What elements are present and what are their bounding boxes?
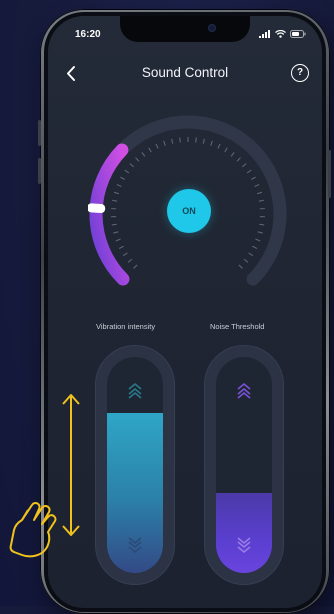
dial-tick [251,177,255,179]
dial-tick [239,265,243,269]
noise-threshold-label: Noise Threshold [210,322,264,331]
dial-tick [113,232,118,233]
chevron-up-icon[interactable] [107,381,163,399]
dial-tick [112,200,117,201]
signal-icon [259,30,271,38]
dial-tick [125,170,129,173]
dial-tick [259,200,264,201]
dial-tick [136,158,139,162]
vibration-intensity-label: Vibration intensity [96,322,155,331]
vibration-slider-track [107,357,163,573]
help-button[interactable]: ? [291,64,309,82]
dial-tick [258,232,263,233]
vibration-intensity-slider[interactable] [95,345,175,585]
power-on-button[interactable]: ON [167,189,211,233]
dial-tick [259,224,264,225]
dial-tick [203,139,204,144]
camera-icon [208,24,216,32]
dial-tick [117,185,122,187]
dial-tick [120,177,124,179]
status-icons [259,30,306,38]
status-time: 16:20 [75,29,101,40]
dial-tick [130,164,134,167]
dial-tick [156,144,158,149]
dial-tick [116,239,121,241]
dial-tick [119,246,123,248]
noise-slider-fill [216,493,272,573]
dial-progress-arc [96,150,123,279]
dial-tick [134,265,138,269]
swipe-hand-icon [8,500,66,560]
dial-tick [142,152,145,156]
dial-tick [128,259,132,262]
chevron-up-icon[interactable] [216,381,272,399]
dial-tick [255,239,260,241]
dial-tick [196,137,197,142]
dial-tick [249,253,253,256]
dial-tick [255,185,260,187]
noise-slider-track [216,357,272,573]
dial-tick [237,158,240,162]
dial-tick [149,148,152,152]
dial-tick [112,224,117,225]
dial-tick [180,137,181,142]
chevron-down-icon[interactable] [107,537,163,555]
app-screen: 16:20 Sound Control ? [48,16,322,608]
dial-tick [242,164,246,167]
dial-knob-handle[interactable] [88,203,105,213]
volume-down-side-button [38,158,41,184]
dial-tick [225,148,228,152]
wifi-icon [275,30,286,38]
header: Sound Control ? [48,64,322,84]
dial-tick [123,253,127,256]
power-side-button [328,150,331,198]
dial-tick [244,259,248,262]
dial-tick [211,141,213,146]
notch [120,16,250,42]
page-title: Sound Control [48,65,322,80]
dial-tick [257,192,262,193]
dial-tick [231,152,234,156]
dial-tick [172,139,173,144]
dial-tick [218,144,220,149]
battery-icon [290,30,306,38]
volume-up-side-button [38,120,41,146]
dial-tick [164,141,166,146]
dial-tick [114,192,119,193]
dial-tick [252,246,256,248]
dial-tick [247,170,251,173]
noise-threshold-slider[interactable] [204,345,284,585]
chevron-down-icon[interactable] [216,537,272,555]
